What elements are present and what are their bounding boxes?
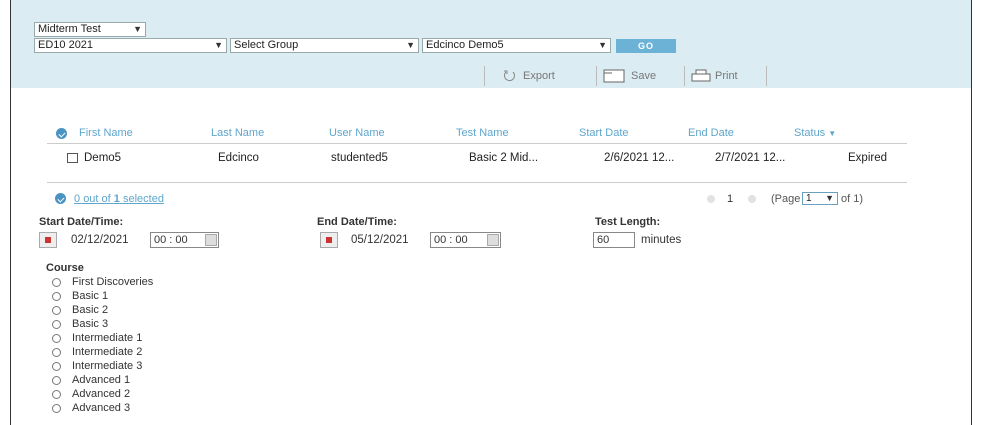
end-date-value: 05/12/2021	[351, 234, 409, 246]
column-header-first-name[interactable]: First Name	[79, 127, 133, 139]
save-label: Save	[631, 70, 657, 82]
cell-end-date: 2/7/2021 12...	[715, 152, 786, 164]
course-radio[interactable]	[52, 348, 61, 357]
start-time-field[interactable]: 00 : 00	[150, 232, 219, 248]
selection-total: 1	[113, 193, 120, 205]
page-suffix: of 1)	[841, 193, 864, 205]
course-option: Basic 2	[72, 304, 109, 316]
end-time-value: 00 : 00	[434, 234, 468, 246]
stepper-icon[interactable]	[205, 234, 217, 246]
column-header-status[interactable]: Status ▼	[794, 127, 836, 139]
course-option: First Discoveries	[72, 276, 154, 288]
school-select[interactable]: Edcinco Demo5 ▼	[422, 38, 611, 53]
stepper-icon[interactable]	[487, 234, 499, 246]
export-icon	[504, 70, 515, 81]
row-checkbox[interactable]	[67, 153, 78, 163]
course-radio[interactable]	[52, 278, 61, 287]
export-button[interactable]: Export	[503, 67, 593, 85]
page-select[interactable]: 1 ▼	[802, 192, 838, 205]
export-label: Export	[523, 70, 555, 82]
chevron-down-icon: ▼	[598, 40, 607, 50]
toolbar-divider	[596, 66, 597, 86]
select-all-icon[interactable]	[56, 128, 67, 139]
course-radio[interactable]	[52, 390, 61, 399]
calendar-icon[interactable]	[39, 232, 57, 248]
chevron-down-icon: ▼	[214, 40, 223, 50]
cell-start-date: 2/6/2021 12...	[604, 152, 675, 164]
save-button[interactable]: Save	[603, 67, 681, 85]
test-type-value: Midterm Test	[38, 23, 101, 35]
start-date-value: 02/12/2021	[71, 234, 129, 246]
next-page-icon[interactable]	[748, 195, 756, 203]
course-option: Intermediate 1	[72, 332, 143, 344]
group-select[interactable]: Select Group ▼	[230, 38, 419, 53]
status-header-label: Status	[794, 127, 826, 139]
column-header-test-name[interactable]: Test Name	[456, 127, 509, 139]
selection-summary[interactable]: 0 out of 1 selected	[74, 193, 164, 205]
current-page: 1	[727, 193, 734, 205]
table-footer-divider	[47, 182, 907, 183]
selection-suffix: selected	[122, 193, 164, 205]
column-header-user-name[interactable]: User Name	[329, 127, 385, 139]
save-icon	[603, 69, 625, 83]
cell-test-name: Basic 2 Mid...	[469, 152, 539, 164]
page-select-value: 1	[806, 193, 812, 204]
course-radio[interactable]	[52, 362, 61, 371]
class-select[interactable]: ED10 2021 ▼	[34, 38, 227, 53]
selection-count: 0	[74, 193, 81, 205]
print-label: Print	[715, 70, 738, 82]
chevron-down-icon: ▼	[133, 24, 142, 34]
sort-down-icon: ▼	[828, 129, 837, 138]
print-button[interactable]: Print	[691, 67, 761, 85]
print-icon	[691, 69, 711, 82]
test-length-field[interactable]: 60	[593, 232, 635, 248]
cell-first-name: Demo5	[84, 152, 122, 164]
cell-last-name: Edcinco	[218, 152, 259, 164]
course-radio[interactable]	[52, 376, 61, 385]
test-type-select[interactable]: Midterm Test ▼	[34, 22, 146, 37]
course-option: Basic 3	[72, 318, 109, 330]
app-frame: Midterm Test ▼ ED10 2021 ▼ Select Group …	[10, 0, 972, 425]
course-option: Advanced 3	[72, 402, 131, 414]
school-value: Edcinco Demo5	[426, 39, 504, 51]
course-radio[interactable]	[52, 404, 61, 413]
course-option: Intermediate 2	[72, 346, 143, 358]
test-length-label: Test Length:	[595, 216, 661, 228]
page-prefix: (Page	[771, 193, 801, 205]
course-option: Intermediate 3	[72, 360, 143, 372]
course-radio[interactable]	[52, 306, 61, 315]
course-label: Course	[46, 262, 84, 274]
class-value: ED10 2021	[38, 39, 94, 51]
go-button[interactable]: GO	[616, 39, 676, 53]
column-header-end-date[interactable]: End Date	[688, 127, 734, 139]
chevron-down-icon: ▼	[406, 40, 415, 50]
column-header-last-name[interactable]: Last Name	[211, 127, 264, 139]
prev-page-icon[interactable]	[707, 195, 715, 203]
end-time-field[interactable]: 00 : 00	[430, 232, 501, 248]
course-radio[interactable]	[52, 334, 61, 343]
selection-middle: out of	[83, 193, 111, 205]
course-option: Advanced 1	[72, 374, 131, 386]
group-value: Select Group	[234, 39, 299, 51]
course-radio[interactable]	[52, 320, 61, 329]
toolbar-divider	[684, 66, 685, 86]
calendar-icon[interactable]	[320, 232, 338, 248]
table-header-divider	[47, 143, 907, 144]
start-date-label: Start Date/Time:	[39, 216, 124, 228]
toolbar-divider	[766, 66, 767, 86]
start-time-value: 00 : 00	[154, 234, 188, 246]
cell-user-name: studented5	[331, 152, 388, 164]
course-option: Basic 1	[72, 290, 109, 302]
chevron-down-icon: ▼	[825, 193, 834, 203]
course-radio[interactable]	[52, 292, 61, 301]
toolbar-divider	[484, 66, 485, 86]
test-length-value: 60	[597, 234, 610, 246]
check-circle-icon[interactable]	[55, 193, 66, 204]
end-date-label: End Date/Time:	[317, 216, 397, 228]
test-length-unit: minutes	[641, 234, 682, 246]
column-header-start-date[interactable]: Start Date	[579, 127, 629, 139]
course-option: Advanced 2	[72, 388, 131, 400]
cell-status: Expired	[848, 152, 887, 164]
